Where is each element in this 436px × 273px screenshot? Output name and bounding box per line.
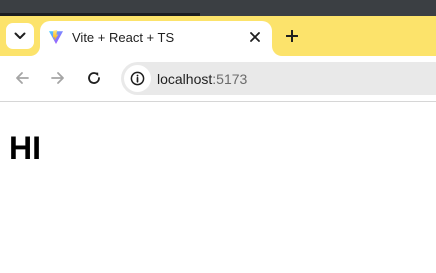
forward-button[interactable]	[46, 66, 70, 90]
arrow-left-icon	[16, 72, 29, 84]
plus-icon	[286, 30, 298, 42]
back-button[interactable]	[10, 66, 34, 90]
chevron-down-icon	[14, 32, 26, 39]
info-icon	[130, 71, 145, 86]
site-info-button[interactable]	[124, 65, 151, 92]
address-bar[interactable]: localhost:5173	[121, 62, 436, 95]
window-frame	[0, 0, 436, 16]
url-port: :5173	[212, 71, 248, 87]
url-host: localhost	[157, 71, 213, 87]
new-tab-button[interactable]	[280, 24, 304, 48]
tab-title: Vite + React + TS	[72, 30, 175, 45]
tab-strip: Vite + React + TS	[0, 16, 436, 56]
url-text[interactable]: localhost:5173	[157, 71, 247, 87]
close-icon	[250, 32, 260, 42]
reload-icon	[88, 72, 100, 84]
browser-tab[interactable]: Vite + React + TS	[40, 21, 272, 56]
arrow-right-icon	[51, 72, 64, 84]
tab-close-button[interactable]	[246, 28, 264, 46]
reload-button[interactable]	[82, 66, 106, 90]
browser-toolbar: localhost:5173	[0, 56, 436, 102]
page-heading: HI	[9, 130, 41, 166]
vite-logo-icon	[49, 30, 63, 44]
page-content: HI	[0, 102, 436, 273]
